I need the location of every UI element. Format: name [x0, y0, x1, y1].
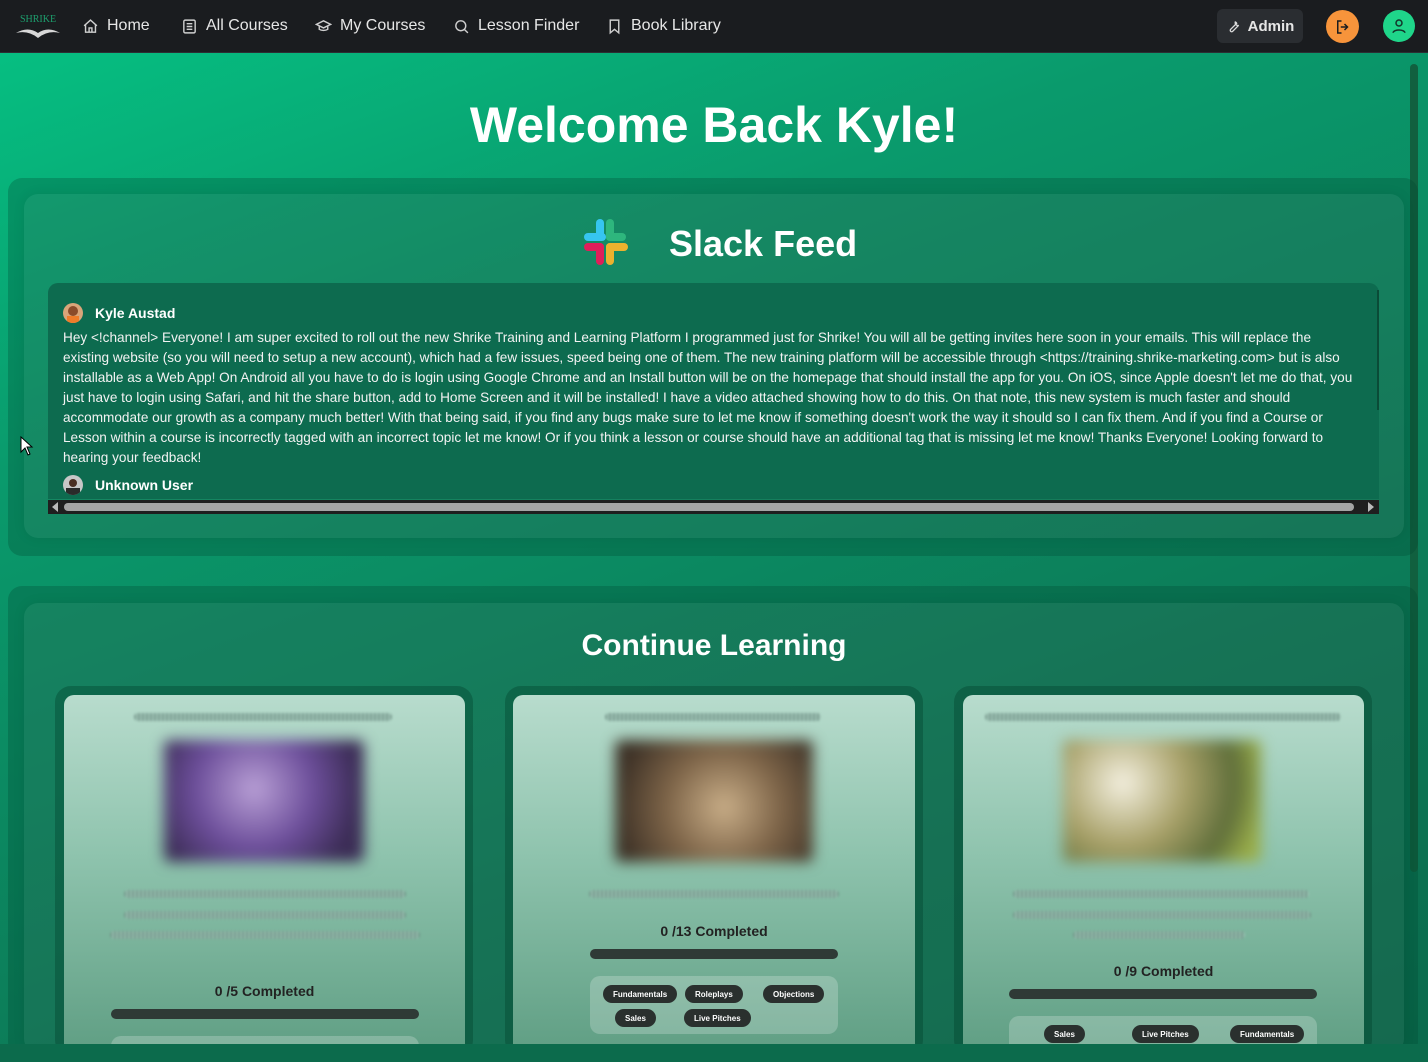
nav-lesson-finder[interactable]: Lesson Finder — [453, 15, 579, 37]
course-description-blurred — [1013, 911, 1311, 919]
slack-feed-title: Slack Feed — [669, 223, 858, 264]
logout-icon — [1336, 19, 1349, 34]
course-description-blurred — [1013, 890, 1309, 898]
course-card[interactable]: 0 /9 Completed Sales Live Pitches Fundam… — [963, 695, 1364, 1055]
wrench-icon — [1229, 21, 1239, 33]
list-icon — [183, 18, 196, 34]
tag-chip[interactable]: Objections — [763, 985, 825, 1003]
scroll-right-arrow[interactable] — [1368, 502, 1374, 512]
nav-my-courses[interactable]: My Courses — [315, 15, 425, 37]
shrike-logo[interactable]: SHRIKE — [14, 11, 62, 41]
course-card[interactable]: 0 /13 Completed Fundamentals Roleplays O… — [513, 695, 915, 1055]
logout-button[interactable] — [1326, 10, 1359, 43]
tag-container: Fundamentals Roleplays Objections Sales … — [590, 976, 838, 1034]
nav-book-library[interactable]: Book Library — [606, 15, 721, 37]
course-title-blurred — [134, 713, 392, 721]
course-description-blurred — [1073, 931, 1245, 939]
continue-learning-title: Continue Learning — [581, 629, 847, 662]
feed-divider — [1377, 290, 1379, 410]
tag-chip[interactable]: Sales — [1044, 1025, 1085, 1043]
user-icon — [1392, 19, 1406, 34]
welcome-heading: Welcome Back Kyle! — [469, 97, 959, 153]
feed-horizontal-scrollbar[interactable] — [48, 500, 1379, 514]
admin-button[interactable]: Admin — [1217, 9, 1303, 43]
graduation-cap-icon — [315, 19, 332, 31]
message-author: Kyle Austad — [95, 305, 176, 321]
avatar — [63, 475, 83, 495]
scroll-thumb[interactable] — [64, 503, 1354, 511]
tag-chip[interactable]: Roleplays — [685, 985, 743, 1003]
message-text: Hey <!channel> Everyone! I am super exci… — [63, 330, 1353, 465]
progress-bar — [1009, 989, 1317, 999]
message-author: Unknown User — [95, 477, 194, 493]
completed-count: 0 /9 Completed — [1113, 963, 1214, 979]
page-bottom-edge — [0, 1044, 1428, 1062]
avatar — [63, 303, 83, 323]
top-navbar: SHRIKE Home All Courses My Courses Lesso… — [0, 0, 1428, 53]
slack-message: Kyle Austad Hey <!channel> Everyone! I a… — [63, 303, 1353, 468]
home-icon — [83, 18, 98, 33]
tag-chip[interactable]: Sales — [615, 1009, 656, 1027]
course-title-blurred — [985, 713, 1341, 721]
course-description-blurred — [124, 911, 406, 919]
nav-book-library-label: Book Library — [631, 17, 721, 34]
search-icon — [455, 19, 469, 33]
profile-button[interactable] — [1383, 10, 1415, 42]
nav-home[interactable]: Home — [82, 15, 150, 37]
course-thumbnail — [1063, 740, 1261, 862]
course-title-blurred — [605, 713, 821, 721]
nav-lesson-finder-label: Lesson Finder — [478, 17, 580, 34]
course-description-blurred — [589, 890, 839, 898]
slack-logo-icon — [581, 218, 629, 266]
progress-bar — [590, 949, 838, 959]
completed-count: 0 /13 Completed — [660, 923, 768, 939]
bookmark-icon — [609, 18, 620, 34]
slack-message: Unknown User — [63, 475, 1353, 495]
tag-chip[interactable]: Live Pitches — [1132, 1025, 1199, 1043]
course-thumbnail — [615, 740, 813, 862]
admin-label: Admin — [1247, 17, 1295, 35]
course-card[interactable]: 0 /5 Completed — [64, 695, 465, 1055]
slack-feed[interactable]: Kyle Austad Hey <!channel> Everyone! I a… — [48, 283, 1379, 499]
nav-all-courses-label: All Courses — [206, 17, 288, 34]
nav-all-courses[interactable]: All Courses — [181, 15, 288, 37]
progress-bar — [111, 1009, 419, 1019]
scroll-left-arrow[interactable] — [52, 502, 58, 512]
logo-text: SHRIKE — [20, 14, 56, 25]
course-description-blurred — [124, 890, 406, 898]
course-description-blurred — [110, 931, 420, 939]
course-thumbnail — [164, 740, 364, 862]
tag-chip[interactable]: Fundamentals — [603, 985, 678, 1003]
nav-my-courses-label: My Courses — [340, 17, 426, 34]
mouse-cursor-icon — [20, 435, 34, 461]
tag-chip[interactable]: Live Pitches — [684, 1009, 751, 1027]
completed-count: 0 /5 Completed — [214, 983, 315, 999]
nav-home-label: Home — [107, 17, 150, 34]
tag-chip[interactable]: Fundamentals — [1230, 1025, 1305, 1043]
